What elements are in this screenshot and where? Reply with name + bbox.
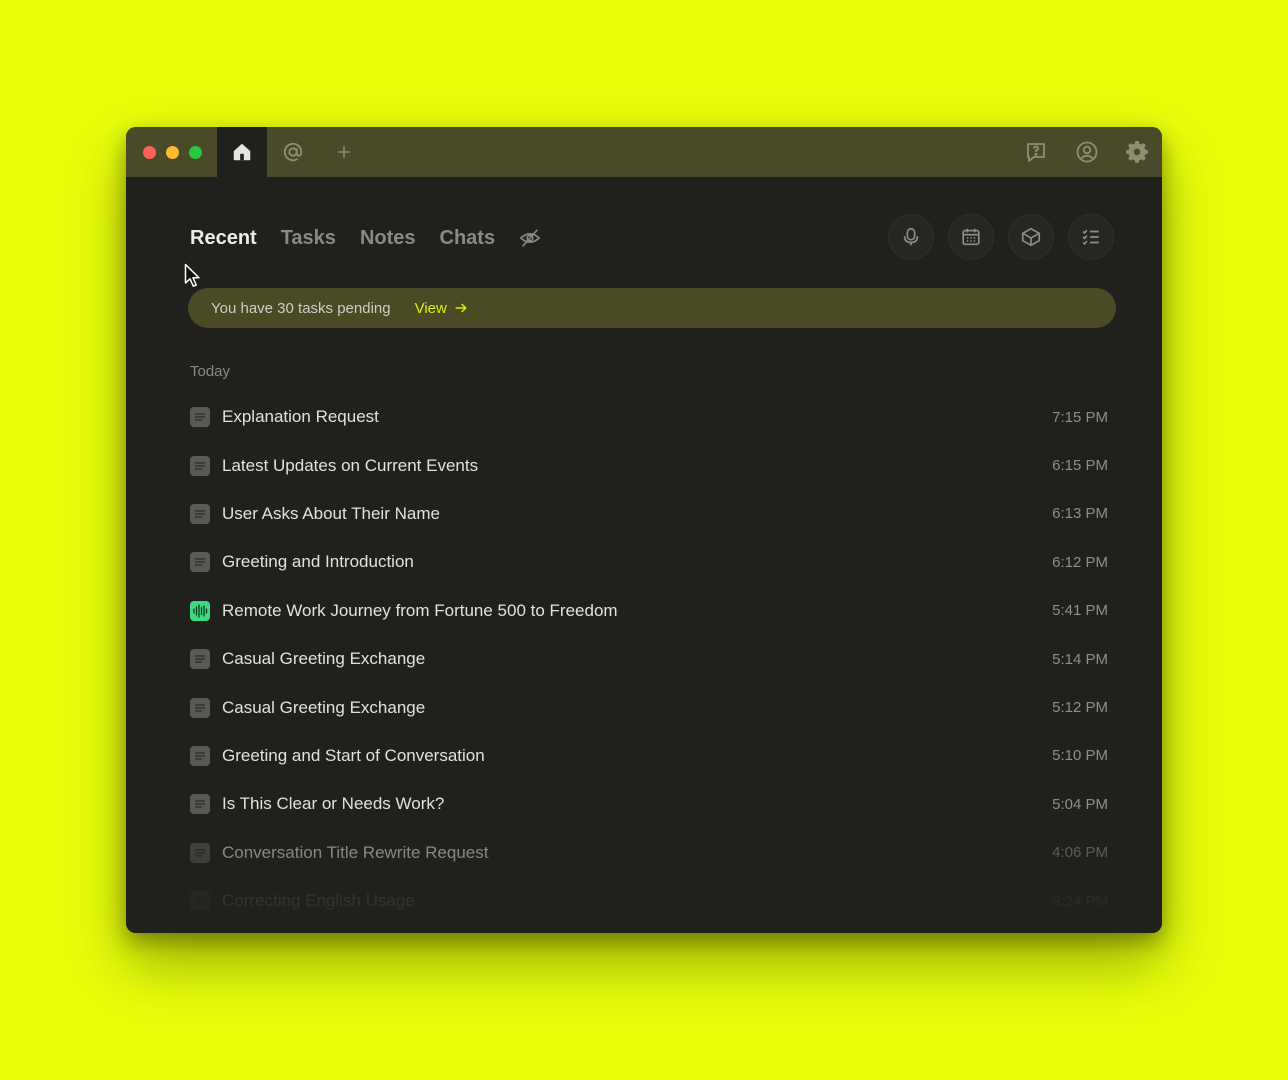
- tab-tasks[interactable]: Tasks: [281, 227, 336, 250]
- chat-icon: [190, 745, 210, 766]
- chat-icon: [190, 891, 210, 912]
- chat-icon: [190, 794, 210, 815]
- view-tabs: Recent Tasks Notes Chats: [190, 225, 541, 251]
- item-title: Is This Clear or Needs Work?: [222, 794, 445, 814]
- record-button[interactable]: [888, 214, 934, 260]
- chat-icon: [190, 503, 210, 524]
- list-item[interactable]: Explanation Request 7:15 PM: [190, 393, 1108, 441]
- mouse-cursor-icon: [184, 263, 200, 287]
- chat-icon: [190, 455, 210, 476]
- list-item[interactable]: User Asks About Their Name 6:13 PM: [190, 490, 1108, 538]
- section-today-label: Today: [190, 363, 231, 380]
- item-time: 7:15 PM: [1052, 408, 1108, 426]
- list-item[interactable]: Greeting and Start of Conversation 5:10 …: [190, 732, 1108, 780]
- zoom-window-button[interactable]: [189, 146, 202, 159]
- minimize-window-button[interactable]: [166, 146, 179, 159]
- recent-list: Explanation Request 7:15 PM Latest Updat…: [190, 393, 1108, 925]
- plus-icon: [338, 146, 350, 158]
- list-item[interactable]: Casual Greeting Exchange 5:14 PM: [190, 635, 1108, 683]
- checklist-icon: [1082, 229, 1099, 246]
- gear-icon: [1126, 141, 1148, 163]
- chat-icon: [190, 697, 210, 718]
- calendar-icon: [962, 228, 980, 246]
- hidden-items-toggle[interactable]: [519, 227, 541, 249]
- tab-home[interactable]: [217, 127, 267, 177]
- chat-icon: [190, 842, 210, 863]
- item-title: User Asks About Their Name: [222, 503, 440, 523]
- at-icon: [283, 142, 303, 162]
- item-title: Explanation Request: [222, 407, 379, 427]
- list-item[interactable]: Greeting and Introduction 6:12 PM: [190, 538, 1108, 586]
- item-title: Remote Work Journey from Fortune 500 to …: [222, 600, 618, 620]
- list-item[interactable]: Latest Updates on Current Events 6:15 PM: [190, 441, 1108, 489]
- item-time: 4:06 PM: [1052, 844, 1108, 862]
- item-time: 6:12 PM: [1052, 553, 1108, 571]
- item-time: 5:12 PM: [1052, 699, 1108, 717]
- tab-mentions[interactable]: [268, 127, 318, 177]
- tab-recent[interactable]: Recent: [190, 227, 257, 250]
- view-tasks-link[interactable]: View: [415, 300, 469, 317]
- item-title: Greeting and Introduction: [222, 552, 414, 572]
- help-chat-icon: [1027, 143, 1045, 162]
- list-item[interactable]: Is This Clear or Needs Work? 5:04 PM: [190, 780, 1108, 828]
- item-time: 5:04 PM: [1052, 795, 1108, 813]
- help-button[interactable]: [1016, 127, 1056, 177]
- list-item[interactable]: Correcting English Usage 3:24 PM: [190, 877, 1108, 925]
- chat-icon: [190, 407, 210, 428]
- new-tab-button[interactable]: [319, 127, 369, 177]
- spaces-button[interactable]: [1008, 214, 1054, 260]
- eye-off-icon: [519, 229, 541, 247]
- pending-tasks-text: You have 30 tasks pending: [211, 299, 391, 317]
- audio-waveform-icon: [190, 600, 210, 621]
- item-title: Latest Updates on Current Events: [222, 455, 479, 475]
- user-icon: [1076, 141, 1098, 163]
- close-window-button[interactable]: [143, 146, 156, 159]
- item-title: Correcting English Usage: [222, 891, 415, 911]
- checklist-button[interactable]: [1068, 214, 1114, 260]
- view-tasks-label: View: [414, 299, 447, 317]
- tab-chats[interactable]: Chats: [440, 227, 496, 250]
- pending-tasks-banner: You have 30 tasks pending View: [188, 288, 1116, 328]
- item-time: 6:13 PM: [1052, 505, 1108, 523]
- item-time: 5:14 PM: [1052, 650, 1108, 668]
- chat-icon: [190, 552, 210, 573]
- microphone-icon: [903, 227, 919, 246]
- item-time: 5:10 PM: [1052, 747, 1108, 765]
- list-item[interactable]: Remote Work Journey from Fortune 500 to …: [190, 587, 1108, 635]
- item-title: Casual Greeting Exchange: [222, 649, 426, 669]
- item-time: 6:15 PM: [1052, 457, 1108, 475]
- main-content: Recent Tasks Notes Chats You have 30 tas…: [126, 177, 1162, 933]
- arrow-right-icon: [455, 303, 467, 313]
- tab-notes[interactable]: Notes: [360, 227, 416, 250]
- list-item[interactable]: Casual Greeting Exchange 5:12 PM: [190, 683, 1108, 731]
- item-title: Conversation Title Rewrite Request: [222, 842, 489, 862]
- item-title: Casual Greeting Exchange: [222, 697, 426, 717]
- title-bar: [126, 127, 1162, 177]
- item-time: 3:24 PM: [1052, 892, 1108, 910]
- chat-icon: [190, 649, 210, 670]
- layers-icon: [1021, 227, 1041, 247]
- settings-button[interactable]: [1117, 127, 1157, 177]
- account-button[interactable]: [1067, 127, 1107, 177]
- list-item[interactable]: Conversation Title Rewrite Request 4:06 …: [190, 829, 1108, 877]
- app-window: Recent Tasks Notes Chats You have 30 tas…: [126, 127, 1162, 933]
- item-title: Greeting and Start of Conversation: [222, 745, 485, 765]
- item-time: 5:41 PM: [1052, 602, 1108, 620]
- calendar-button[interactable]: [948, 214, 994, 260]
- home-icon: [233, 143, 251, 161]
